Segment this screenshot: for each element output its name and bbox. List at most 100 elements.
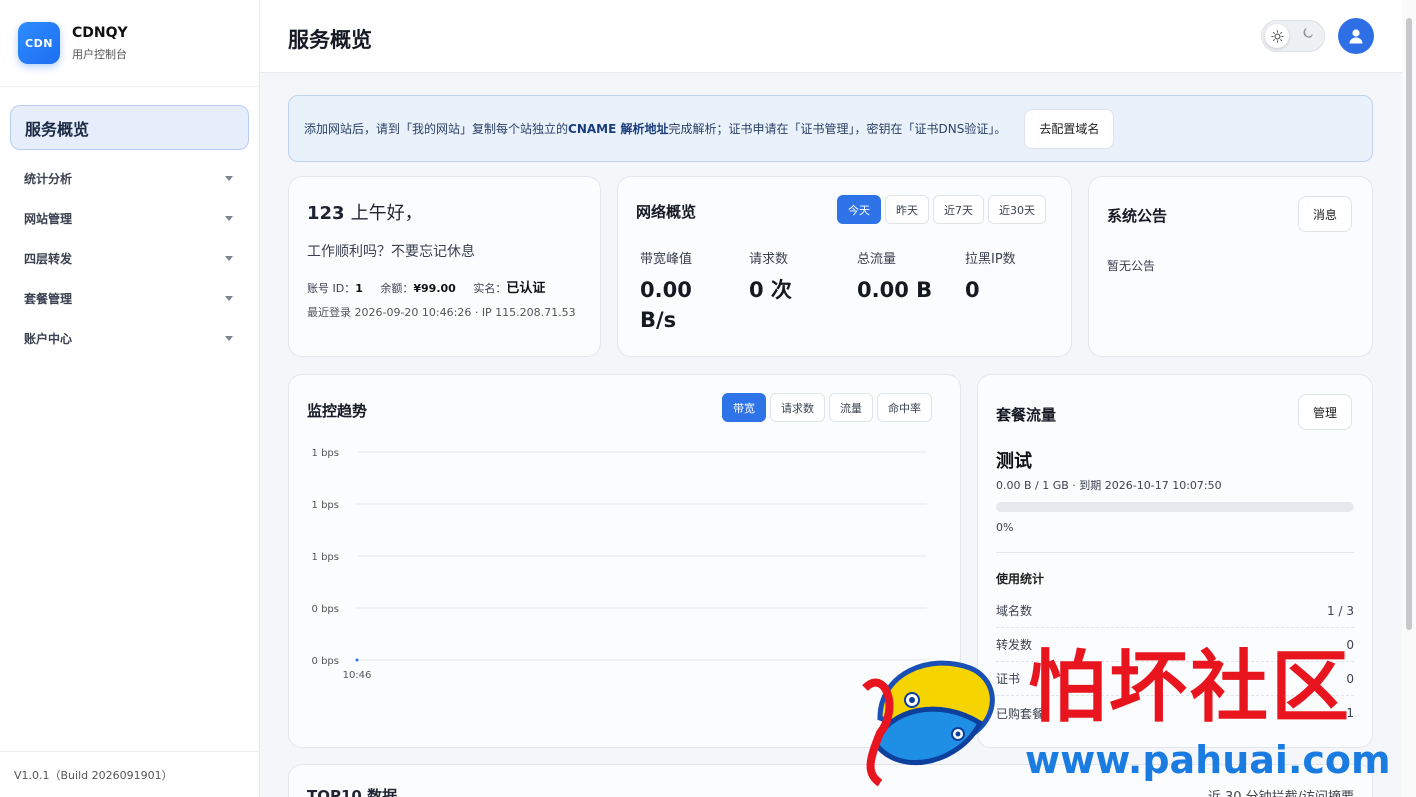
divider bbox=[996, 552, 1354, 553]
motto: 工作顺利吗？不要忘记休息 bbox=[307, 244, 475, 260]
brand-text: CDNQY 用户控制台 bbox=[72, 25, 128, 62]
moon-icon bbox=[1301, 27, 1314, 44]
y-tick-label: 1 bps bbox=[312, 552, 339, 563]
scroll-thumb[interactable] bbox=[1406, 18, 1412, 630]
sidebar-nav: 服务概览 统计分析 网站管理 四层转发 套餐管理 账户中心 bbox=[0, 87, 259, 358]
usage-value: 1 / 3 bbox=[1327, 603, 1354, 618]
realname-value: 已认证 bbox=[506, 281, 546, 296]
tab-7days[interactable]: 近7天 bbox=[933, 195, 984, 224]
sidebar-item-l4-forward[interactable]: 四层转发 bbox=[10, 238, 249, 278]
data-point bbox=[355, 658, 359, 662]
usage-label: 域名数 bbox=[996, 604, 1033, 618]
stat-blocked-ips: 拉黑IP数 0 bbox=[965, 248, 1016, 305]
traffic-progress-bar bbox=[996, 502, 1354, 512]
sidebar-item-account[interactable]: 账户中心 bbox=[10, 318, 249, 358]
account-id-value: 1 bbox=[355, 282, 363, 295]
y-tick-label: 0 bps bbox=[312, 656, 339, 667]
version-label: V1.0.1（Build 2026091901） bbox=[0, 751, 259, 797]
account-info: 账号 ID：1 余额：¥99.00 实名：已认证 bbox=[307, 277, 582, 296]
stat-value: 0.00 B bbox=[857, 278, 933, 302]
caret-down-icon bbox=[225, 255, 233, 261]
theme-toggle[interactable] bbox=[1261, 20, 1325, 52]
sidebar-item-label: 套餐管理 bbox=[24, 291, 73, 306]
page-scrollbar[interactable] bbox=[1402, 0, 1416, 797]
tab-yesterday[interactable]: 昨天 bbox=[885, 195, 929, 224]
welcome-card: 123 上午好， 工作顺利吗？不要忘记休息 账号 ID：1 余额：¥99.00 实… bbox=[288, 176, 601, 357]
sidebar-item-packages[interactable]: 套餐管理 bbox=[10, 278, 249, 318]
user-avatar[interactable] bbox=[1338, 18, 1374, 54]
progress-percent: 0% bbox=[996, 521, 1014, 534]
brand-name: CDNQY bbox=[72, 24, 128, 41]
stat-label: 拉黑IP数 bbox=[965, 252, 1016, 267]
sidebar-item-overview[interactable]: 服务概览 bbox=[10, 105, 249, 150]
stat-label: 总流量 bbox=[857, 252, 897, 267]
account-id-label: 账号 ID： bbox=[307, 282, 356, 295]
realname: 实名：已认证 bbox=[473, 281, 546, 296]
sidebar-item-label: 统计分析 bbox=[24, 171, 73, 186]
fish-logo-icon bbox=[862, 660, 995, 787]
stat-label: 请求数 bbox=[749, 252, 789, 267]
greeting-text: 上午好， bbox=[350, 203, 423, 224]
stat-label: 带宽峰值 bbox=[640, 252, 693, 267]
messages-button[interactable]: 消息 bbox=[1298, 196, 1353, 232]
announcement-card: 系统公告 消息 暂无公告 bbox=[1088, 176, 1373, 357]
sidebar: CDN CDNQY 用户控制台 服务概览 统计分析 网站管理 四层转发 套餐管理… bbox=[0, 0, 260, 797]
y-tick-label: 1 bps bbox=[312, 448, 339, 459]
brand-logo[interactable]: CDN bbox=[18, 22, 60, 64]
last-login: 最近登录 2026-09-20 10:46:26 · IP 115.208.71… bbox=[307, 306, 576, 319]
stat-number: 0.00 bbox=[640, 278, 692, 302]
balance-value: ¥99.00 bbox=[413, 282, 456, 295]
caret-down-icon bbox=[225, 215, 233, 221]
stat-total-traffic: 总流量 0.00 B bbox=[857, 248, 932, 305]
balance-label: 余额： bbox=[380, 282, 414, 295]
account-id: 账号 ID：1 bbox=[307, 282, 363, 295]
notice-text-before: 添加网站后，请到「我的网站」复制每个站独立的 bbox=[304, 122, 569, 136]
sidebar-item-label: 四层转发 bbox=[24, 251, 73, 266]
sidebar-item-websites[interactable]: 网站管理 bbox=[10, 198, 249, 238]
announcement-empty: 暂无公告 bbox=[1107, 259, 1156, 273]
caret-down-icon bbox=[225, 295, 233, 301]
y-tick-label: 0 bps bbox=[312, 604, 339, 615]
package-name: 测试 bbox=[996, 451, 1032, 472]
caret-down-icon bbox=[225, 175, 233, 181]
caret-down-icon bbox=[225, 335, 233, 341]
realname-label: 实名： bbox=[473, 282, 507, 295]
top-header: 服务概览 bbox=[260, 0, 1402, 73]
x-tick-label: 10:46 bbox=[343, 670, 372, 681]
stat-bandwidth-peak: 带宽峰值 0.00 B/s bbox=[640, 248, 692, 335]
y-tick-label: 1 bps bbox=[312, 500, 339, 511]
network-title: 网络概览 bbox=[636, 203, 697, 221]
notice-text-bold: CNAME 解析地址 bbox=[568, 122, 669, 136]
network-overview-card: 网络概览 今天 昨天 近7天 近30天 带宽峰值 0.00 B/s 请求数 0 次… bbox=[617, 176, 1072, 357]
brand-subtitle: 用户控制台 bbox=[72, 47, 127, 61]
usage-title: 使用统计 bbox=[996, 572, 1045, 586]
network-tabs: 今天 昨天 近7天 近30天 bbox=[837, 195, 1046, 224]
tab-30days[interactable]: 近30天 bbox=[988, 195, 1046, 224]
stat-value: 0 bbox=[965, 278, 980, 302]
stat-requests: 请求数 0 次 bbox=[749, 248, 792, 305]
top10-title: TOP10 数据 bbox=[307, 787, 398, 797]
watermark-url: www.pahuai.com bbox=[1025, 738, 1391, 782]
announcement-title: 系统公告 bbox=[1107, 207, 1168, 225]
manage-button[interactable]: 管理 bbox=[1298, 394, 1353, 430]
stat-value: 0 次 bbox=[749, 278, 792, 302]
watermark: 怕坏社区 www.pahuai.com bbox=[860, 640, 1402, 797]
sidebar-item-label: 网站管理 bbox=[24, 211, 73, 226]
user-icon bbox=[1349, 29, 1363, 44]
tab-today[interactable]: 今天 bbox=[837, 195, 881, 224]
brand: CDN CDNQY 用户控制台 bbox=[0, 0, 259, 87]
watermark-text: 怕坏社区 bbox=[1028, 643, 1353, 733]
page-title: 服务概览 bbox=[288, 28, 372, 52]
notice-text-after: 完成解析；证书申请在「证书管理」，密钥在「证书DNS验证」。 bbox=[668, 122, 1007, 136]
usage-row-domains: 域名数 1 / 3 bbox=[996, 594, 1354, 628]
package-info: 0.00 B / 1 GB · 到期 2026-10-17 10:07:50 bbox=[996, 479, 1222, 492]
configure-domain-button[interactable]: 去配置域名 bbox=[1024, 108, 1115, 149]
package-title: 套餐流量 bbox=[996, 406, 1057, 424]
greeting: 123 上午好， bbox=[307, 199, 582, 225]
user-name: 123 bbox=[307, 203, 345, 224]
stat-unit: B/s bbox=[640, 308, 677, 332]
sidebar-item-statistics[interactable]: 统计分析 bbox=[10, 158, 249, 198]
balance: 余额：¥99.00 bbox=[380, 282, 455, 295]
sidebar-item-label: 账户中心 bbox=[24, 331, 73, 346]
stat-value: 0.00 B/s bbox=[640, 275, 692, 335]
